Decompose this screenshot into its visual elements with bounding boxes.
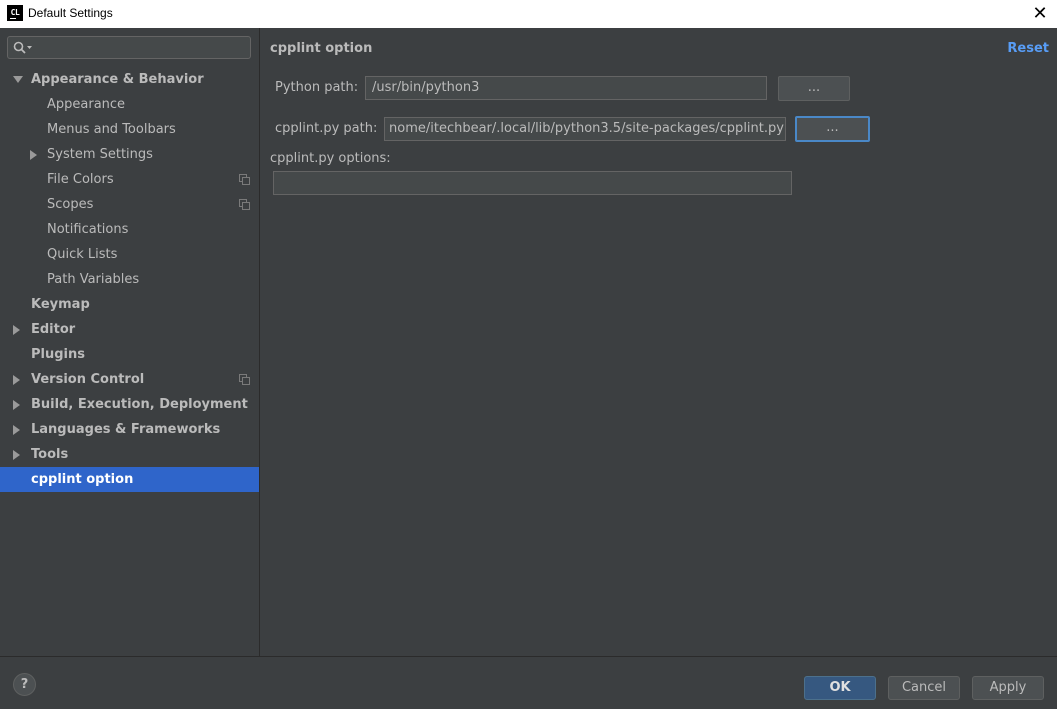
python-path-label: Python path:: [275, 80, 359, 95]
expand-arrow-down-icon[interactable]: [13, 76, 23, 83]
sidebar-item-appearance-behavior[interactable]: Appearance & Behavior: [0, 67, 259, 92]
cpplint-path-label: cpplint.py path:: [275, 121, 378, 136]
help-button[interactable]: ?: [13, 673, 36, 696]
search-icon: [13, 41, 32, 54]
footer-divider: [0, 656, 1057, 657]
sidebar-item-appearance[interactable]: Appearance: [0, 92, 259, 117]
python-path-field[interactable]: /usr/bin/python3: [365, 76, 767, 100]
expand-arrow-right-icon[interactable]: [13, 425, 20, 435]
sidebar-item-notifications[interactable]: Notifications: [0, 217, 259, 242]
sidebar-item-quick-lists[interactable]: Quick Lists: [0, 242, 259, 267]
sidebar-item-system-settings[interactable]: System Settings: [0, 142, 259, 167]
cpplint-path-field[interactable]: nome/itechbear/.local/lib/python3.5/site…: [384, 117, 786, 141]
cancel-button[interactable]: Cancel: [888, 676, 960, 700]
sidebar-item-editor[interactable]: Editor: [0, 317, 259, 342]
sidebar-item-label: Editor: [31, 322, 76, 337]
sidebar-item-path-variables[interactable]: Path Variables: [0, 267, 259, 292]
cpplint-path-browse-button[interactable]: ...: [795, 116, 870, 142]
sidebar-item-label: Tools: [31, 447, 69, 462]
sidebar-item-label: Keymap: [31, 297, 90, 312]
sidebar-item-cpplint-option[interactable]: cpplint option: [0, 467, 259, 492]
sidebar-item-label: Version Control: [31, 372, 145, 387]
sidebar-item-label: Notifications: [47, 222, 129, 237]
sidebar-item-menus-and-toolbars[interactable]: Menus and Toolbars: [0, 117, 259, 142]
expand-arrow-right-icon[interactable]: [30, 150, 37, 160]
cpplint-options-label: cpplint.py options:: [270, 151, 391, 166]
sidebar-item-tools[interactable]: Tools: [0, 442, 259, 467]
sidebar-item-label: cpplint option: [31, 472, 134, 487]
sidebar-item-languages-frameworks[interactable]: Languages & Frameworks: [0, 417, 259, 442]
project-scope-copy-icon: [239, 199, 250, 210]
project-scope-copy-icon: [239, 174, 250, 185]
sidebar-item-label: Quick Lists: [47, 247, 118, 262]
window-title: Default Settings: [28, 6, 113, 20]
reset-link[interactable]: Reset: [1007, 41, 1049, 56]
sidebar-item-label: System Settings: [47, 147, 153, 162]
ok-button[interactable]: OK: [804, 676, 876, 700]
sidebar-item-label: Build, Execution, Deployment: [31, 397, 248, 412]
expand-arrow-right-icon[interactable]: [13, 375, 20, 385]
sidebar-item-build-execution-deployment[interactable]: Build, Execution, Deployment: [0, 392, 259, 417]
expand-arrow-right-icon[interactable]: [13, 450, 20, 460]
apply-button[interactable]: Apply: [972, 676, 1044, 700]
python-path-browse-button[interactable]: ...: [778, 76, 850, 101]
sidebar-item-version-control[interactable]: Version Control: [0, 367, 259, 392]
sidebar-item-label: Plugins: [31, 347, 85, 362]
sidebar-item-label: File Colors: [47, 172, 114, 187]
sidebar-item-label: Menus and Toolbars: [47, 122, 176, 137]
expand-arrow-right-icon[interactable]: [13, 325, 20, 335]
close-window-button[interactable]: ✕: [1029, 3, 1051, 25]
sidebar-item-file-colors[interactable]: File Colors: [0, 167, 259, 192]
page-title: cpplint option: [270, 41, 373, 56]
expand-arrow-right-icon[interactable]: [13, 400, 20, 410]
clion-app-icon: CL: [7, 5, 23, 21]
settings-search-box[interactable]: [7, 36, 251, 59]
sidebar-item-label: Scopes: [47, 197, 94, 212]
sidebar-item-scopes[interactable]: Scopes: [0, 192, 259, 217]
settings-content: cpplint option Reset Python path: /usr/b…: [260, 28, 1057, 656]
project-scope-copy-icon: [239, 374, 250, 385]
sidebar-item-keymap[interactable]: Keymap: [0, 292, 259, 317]
cpplint-options-field[interactable]: [273, 171, 792, 195]
title-bar: CL Default Settings ✕: [0, 0, 1057, 28]
settings-sidebar: Appearance & Behavior Appearance Menus and…: [0, 28, 259, 656]
search-input[interactable]: [36, 39, 246, 56]
sidebar-item-label: Path Variables: [47, 272, 140, 287]
sidebar-item-label: Appearance & Behavior: [31, 72, 204, 87]
sidebar-item-label: Appearance: [47, 97, 126, 112]
sidebar-item-label: Languages & Frameworks: [31, 422, 221, 437]
sidebar-item-plugins[interactable]: Plugins: [0, 342, 259, 367]
